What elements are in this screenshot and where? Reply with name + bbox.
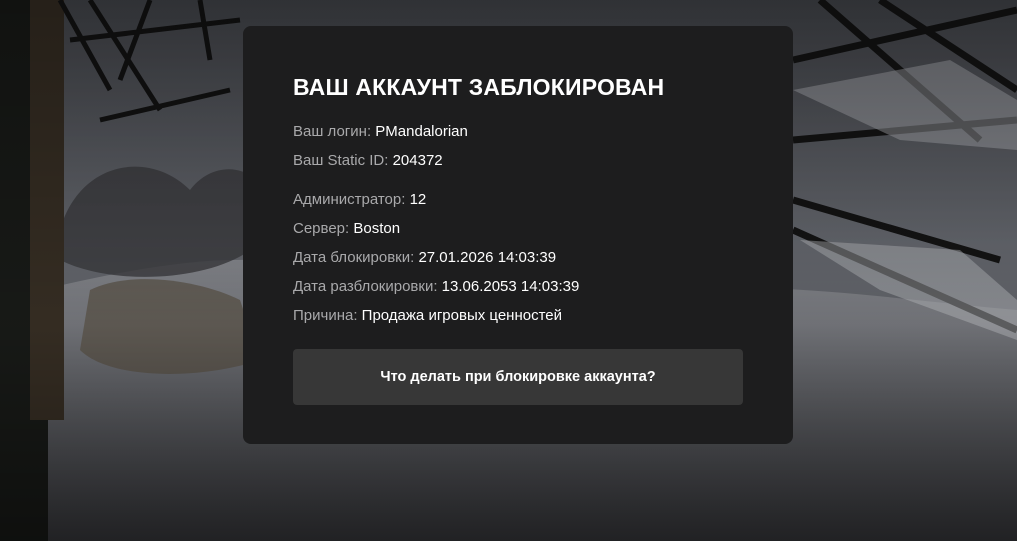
static-id-label: Ваш Static ID: — [293, 152, 389, 169]
server-value: Boston — [353, 220, 401, 237]
reason-value: Продажа игровых ценностей — [361, 307, 562, 324]
ban-help-button[interactable]: Что делать при блокировке аккаунта? — [293, 349, 743, 405]
unban-date-value: 13.06.2053 14:03:39 — [441, 278, 580, 295]
reason-row: Причина: Продажа игровых ценностей — [293, 306, 743, 335]
server-row: Сервер: Boston — [293, 219, 743, 248]
game-scene: ВАШ АККАУНТ ЗАБЛОКИРОВАН Ваш логин: PMan… — [0, 0, 1017, 541]
admin-row: Администратор: 12 — [293, 190, 743, 219]
server-label: Сервер: — [293, 220, 350, 237]
ban-date-row: Дата блокировки: 27.01.2026 14:03:39 — [293, 248, 743, 277]
dialog-title: ВАШ АККАУНТ ЗАБЛОКИРОВАН — [293, 74, 665, 100]
admin-label: Администратор: — [293, 191, 406, 208]
login-label: Ваш логин: — [293, 123, 372, 140]
ban-date-label: Дата блокировки: — [293, 249, 415, 266]
static-id-value: 204372 — [392, 152, 443, 169]
ban-date-value: 27.01.2026 14:03:39 — [418, 249, 557, 266]
ban-info-list: Ваш логин: PMandalorian Ваш Static ID: 2… — [293, 122, 743, 335]
unban-date-label: Дата разблокировки: — [293, 278, 438, 295]
admin-value: 12 — [409, 191, 427, 208]
account-banned-dialog: ВАШ АККАУНТ ЗАБЛОКИРОВАН Ваш логин: PMan… — [243, 26, 793, 444]
reason-label: Причина: — [293, 307, 358, 324]
static-id-row: Ваш Static ID: 204372 — [293, 151, 743, 180]
login-value: PMandalorian — [375, 123, 468, 140]
unban-date-row: Дата разблокировки: 13.06.2053 14:03:39 — [293, 277, 743, 306]
login-row: Ваш логин: PMandalorian — [293, 122, 743, 151]
